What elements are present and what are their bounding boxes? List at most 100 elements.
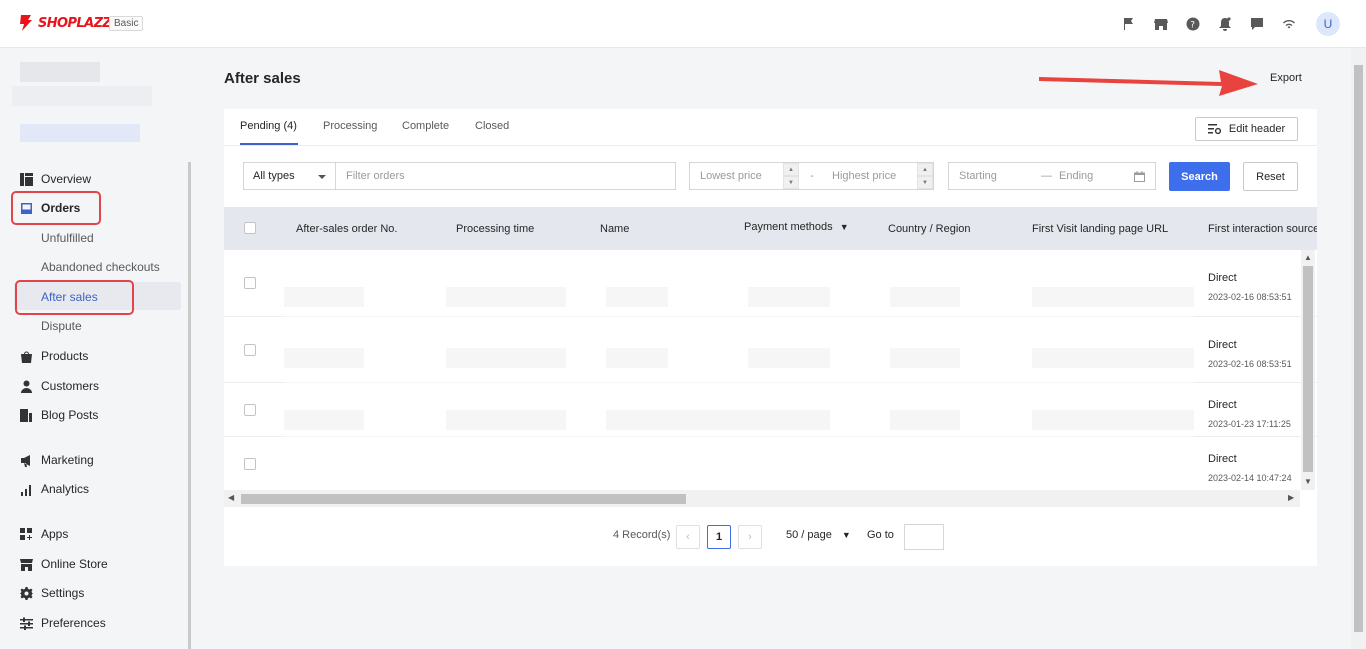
column-header[interactable]: Processing time [456, 223, 534, 235]
scroll-down-icon[interactable]: ▼ [1304, 477, 1312, 486]
scroll-thumb[interactable] [1303, 266, 1313, 472]
status-tabs: Pending (4) Processing Complete Closed E… [224, 109, 1317, 146]
top-icons: ? U [1120, 12, 1340, 36]
sidebar-item-analytics[interactable]: Analytics [20, 480, 89, 498]
sidebar-item-customers[interactable]: Customers [20, 377, 99, 395]
column-header[interactable]: Name [600, 223, 629, 235]
row-checkbox[interactable] [244, 404, 256, 416]
row-checkbox[interactable] [244, 458, 256, 470]
page-number[interactable]: 1 [707, 525, 731, 549]
help-icon[interactable]: ? [1184, 15, 1202, 33]
page-title: After sales [224, 70, 301, 87]
end-date-input[interactable]: Ending [1059, 170, 1093, 182]
scroll-thumb[interactable] [241, 494, 686, 504]
sidebar-item-products[interactable]: Products [20, 347, 88, 365]
tab-processing[interactable]: Processing [323, 120, 377, 132]
table-vertical-scrollbar[interactable]: ▲ ▼ [1301, 250, 1315, 490]
chat-icon[interactable] [1248, 15, 1266, 33]
column-header[interactable]: After-sales order No. [296, 223, 397, 235]
redaction-overlay [284, 250, 1194, 470]
sidebar-item-marketing[interactable]: Marketing [20, 451, 94, 469]
column-header[interactable]: First interaction source [1208, 223, 1317, 235]
goto-label: Go to [867, 529, 894, 541]
date-range[interactable]: Starting — Ending [948, 162, 1156, 190]
goto-page-input[interactable] [904, 524, 944, 550]
select-all-checkbox[interactable] [244, 222, 256, 234]
interaction-date: 2023-02-16 08:53:51 [1208, 292, 1292, 302]
shoplazza-logo[interactable]: SHOPLAZZA [18, 14, 121, 32]
avatar[interactable]: U [1316, 12, 1340, 36]
sidebar-item-dispute[interactable]: Dispute [41, 319, 82, 333]
sidebar-item-abandoned-checkouts[interactable]: Abandoned checkouts [41, 260, 160, 274]
sidebar-item-label: Online Store [41, 557, 108, 571]
up-icon[interactable]: ▲ [917, 163, 933, 176]
up-icon[interactable]: ▲ [783, 163, 799, 176]
sidebar-item-blog-posts[interactable]: Blog Posts [20, 406, 98, 424]
scroll-left-icon[interactable]: ◀ [228, 493, 234, 502]
sidebar-item-apps[interactable]: Apps [20, 525, 68, 543]
sidebar-item-label: Products [41, 349, 89, 363]
row-checkbox[interactable] [244, 344, 256, 356]
tab-closed[interactable]: Closed [475, 120, 509, 132]
column-header-label: Payment methods [744, 221, 833, 233]
sidebar-item-online-store[interactable]: Online Store [20, 555, 108, 573]
lowest-price-input[interactable]: Lowest price [700, 170, 762, 182]
column-header[interactable]: Country / Region [888, 223, 971, 235]
scroll-thumb[interactable] [1354, 65, 1363, 632]
interaction-date: 2023-02-14 10:47:24 [1208, 473, 1292, 483]
prev-page-button[interactable]: ‹ [676, 525, 700, 549]
sidebar-item-preferences[interactable]: Preferences [20, 614, 106, 632]
interaction-date: 2023-01-23 17:11:25 [1208, 419, 1291, 429]
scroll-up-icon[interactable]: ▲ [1304, 253, 1312, 262]
down-icon[interactable]: ▼ [783, 176, 799, 189]
caret-down-icon[interactable]: ▼ [840, 222, 849, 232]
table-horizontal-scrollbar[interactable]: ◀ ▶ [224, 490, 1300, 507]
tab-pending[interactable]: Pending (4) [240, 120, 297, 132]
overview-icon [20, 172, 33, 186]
export-button[interactable]: Export [1270, 72, 1302, 84]
blog-icon [20, 408, 32, 422]
calendar-icon[interactable] [1134, 171, 1145, 182]
highest-price-input[interactable]: Highest price [832, 170, 896, 182]
page-scrollbar[interactable] [1351, 48, 1366, 649]
column-header-payment[interactable]: Payment methods ▼ [744, 221, 849, 233]
gear-icon [20, 586, 33, 600]
highest-price-stepper[interactable]: ▲ ▼ [917, 163, 933, 189]
scroll-right-icon[interactable]: ▶ [1288, 493, 1294, 502]
lowest-price-stepper[interactable]: ▲ ▼ [783, 163, 799, 189]
store-icon[interactable] [1152, 15, 1170, 33]
search-button[interactable]: Search [1169, 162, 1230, 191]
type-select[interactable]: All types [243, 162, 336, 190]
sidebar-item-orders[interactable]: Orders [20, 199, 80, 217]
down-icon[interactable]: ▼ [917, 176, 933, 189]
reset-button[interactable]: Reset [1243, 162, 1298, 191]
filter-orders-input[interactable]: Filter orders [335, 162, 676, 190]
tab-complete[interactable]: Complete [402, 120, 449, 132]
top-bar: SHOPLAZZA Basic ? U [0, 0, 1366, 48]
sidebar-item-after-sales[interactable]: After sales [41, 290, 98, 304]
start-date-input[interactable]: Starting [959, 170, 997, 182]
sidebar-item-overview[interactable]: Overview [20, 170, 91, 188]
sidebar-item-label: Orders [41, 201, 81, 215]
sidebar-item-label: Overview [41, 172, 92, 186]
sidebar-scrollbar[interactable] [188, 162, 191, 649]
page-size-select[interactable]: 50 / page ▼ [786, 522, 851, 548]
bell-icon[interactable] [1216, 15, 1234, 33]
sidebar-item-settings[interactable]: Settings [20, 584, 84, 602]
store-icon [20, 558, 33, 571]
tab-underline [240, 143, 298, 145]
sidebar-item-label: Blog Posts [41, 408, 99, 422]
sidebar-item-unfulfilled[interactable]: Unfulfilled [41, 231, 94, 245]
edit-header-button[interactable]: Edit header [1195, 117, 1298, 141]
table-header: After-sales order No. Processing time Na… [224, 207, 1317, 250]
annotation-arrow [1039, 70, 1258, 96]
column-header[interactable]: First Visit landing page URL [1032, 223, 1168, 235]
flag-icon[interactable] [1120, 15, 1138, 33]
next-page-button[interactable]: › [738, 525, 762, 549]
sidebar-item-label: Settings [41, 586, 85, 600]
price-range: Lowest price ▲ ▼ - Highest price ▲ ▼ [689, 162, 934, 190]
sliders-icon [20, 617, 33, 630]
wifi-icon[interactable] [1280, 15, 1298, 33]
row-checkbox[interactable] [244, 277, 256, 289]
sidebar-item-label: Preferences [41, 616, 106, 630]
